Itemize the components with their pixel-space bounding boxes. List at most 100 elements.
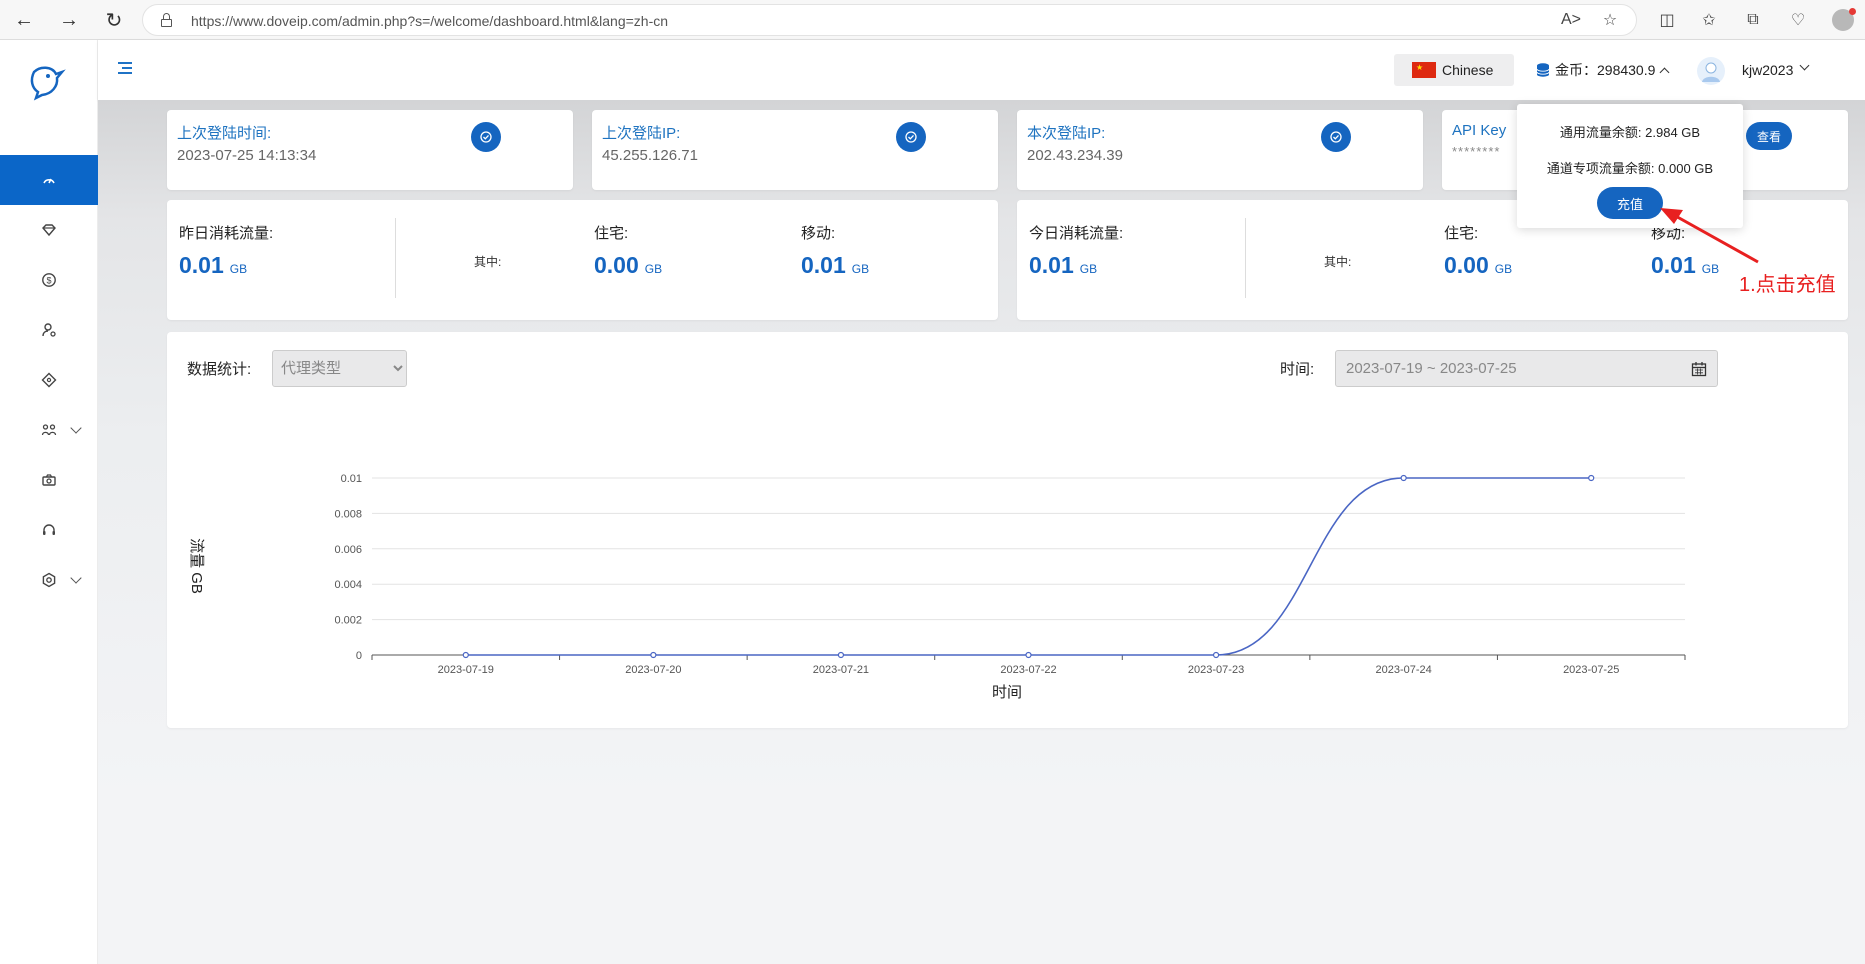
- camera-icon: [42, 474, 56, 486]
- x-axis-label: 时间: [992, 684, 1022, 701]
- card-title: 本次登陆IP:: [1027, 125, 1106, 142]
- sidebar-item-dashboard[interactable]: [0, 155, 98, 205]
- notification-dot: [1849, 8, 1856, 15]
- address-bar[interactable]: https://www.doveip.com/admin.php?s=/welc…: [142, 4, 1637, 36]
- collections-icon[interactable]: ⧉: [1741, 8, 1765, 32]
- back-icon[interactable]: ←: [10, 6, 38, 34]
- language-button[interactable]: ★ Chinese: [1394, 54, 1514, 86]
- api-key-masked: ********: [1452, 144, 1501, 159]
- user-settings-icon: [42, 323, 56, 337]
- lock-icon: [161, 13, 172, 27]
- sidebar-item-account[interactable]: [0, 305, 98, 355]
- yesterday-total: 0.01 GB: [179, 252, 248, 278]
- data-point: [1588, 474, 1595, 482]
- sidebar-item-tags[interactable]: [0, 355, 98, 405]
- diamond-icon: [42, 224, 56, 237]
- view-api-key-button[interactable]: 查看: [1746, 122, 1792, 150]
- among-label: 其中:: [474, 255, 502, 269]
- today-residential: 0.00 GB: [1444, 252, 1513, 278]
- menu-toggle-icon[interactable]: [118, 62, 132, 76]
- card-value: 2023-07-25 14:13:34: [177, 147, 317, 164]
- coins-label: 金币：: [1555, 62, 1597, 78]
- y-tick-label: 0.004: [334, 579, 362, 591]
- dashboard-icon: [43, 178, 55, 184]
- coins-value: 298430.9: [1597, 62, 1656, 78]
- y-tick-label: 0.01: [341, 473, 362, 485]
- annotation-text: 1.点击充值: [1739, 274, 1836, 296]
- mobile-label: 移动:: [801, 225, 836, 242]
- balance-popup: 通用流量余额: 2.984 GB 通道专项流量余额: 0.000 GB 充值: [1517, 104, 1743, 228]
- coins-dropdown[interactable]: 金币： 298430.9: [1535, 54, 1670, 86]
- svg-text:$: $: [46, 276, 51, 286]
- y-tick-label: 0: [356, 650, 362, 662]
- data-point: [650, 651, 657, 659]
- sidebar-item-settings[interactable]: [0, 555, 98, 605]
- general-balance: 通用流量余额: 2.984 GB: [1559, 125, 1701, 140]
- x-tick-label: 2023-07-21: [813, 664, 869, 676]
- card-title: 上次登陆IP:: [602, 125, 681, 142]
- yesterday-mobile: 0.01 GB: [801, 252, 870, 278]
- split-screen-icon[interactable]: ◫: [1655, 8, 1679, 32]
- x-tick-label: 2023-07-23: [1188, 664, 1244, 676]
- reload-icon[interactable]: ↻: [100, 6, 128, 34]
- data-point: [462, 651, 469, 659]
- sidebar-item-proxy[interactable]: [0, 205, 98, 255]
- card-value: 202.43.234.39: [1027, 147, 1123, 164]
- user-avatar-icon[interactable]: [1697, 57, 1725, 85]
- y-tick-label: 0.006: [334, 544, 362, 556]
- x-tick-label: 2023-07-24: [1376, 664, 1432, 676]
- browser-toolbar: ← → ↻ https://www.doveip.com/admin.php?s…: [0, 0, 1865, 40]
- series-line: [465, 477, 1592, 656]
- sidebar-item-billing[interactable]: $: [0, 255, 98, 305]
- top-bar: ★ Chinese 金币： 298430.9 kjw2023: [98, 40, 1865, 100]
- chevron-down-icon: [70, 572, 82, 584]
- stats-card: 数据统计: 代理类型 时间: 2023-07-19 ~ 2023-07-25 0…: [167, 332, 1848, 728]
- username[interactable]: kjw2023: [1742, 62, 1793, 78]
- chevron-down-icon: [70, 422, 82, 434]
- among-label: 其中:: [1324, 255, 1352, 269]
- url-text: https://www.doveip.com/admin.php?s=/welc…: [191, 13, 669, 29]
- sidebar-item-camera[interactable]: [0, 455, 98, 505]
- today-total: 0.01 GB: [1029, 252, 1098, 278]
- data-point: [1212, 651, 1220, 659]
- chevron-down-icon[interactable]: [1799, 60, 1810, 71]
- info-card-current-login-ip: 本次登陆IP: 202.43.234.39: [1017, 110, 1423, 190]
- card-value: 45.255.126.71: [602, 147, 698, 164]
- data-point: [1400, 474, 1407, 482]
- dove-logo-icon: [30, 66, 66, 101]
- sidebar: $: [0, 40, 98, 964]
- sidebar-item-team[interactable]: [0, 405, 98, 455]
- gear-icon: [42, 572, 56, 588]
- divider: [1245, 218, 1246, 298]
- check-badge-icon: [896, 122, 926, 152]
- tag-icon: [41, 372, 57, 388]
- y-tick-label: 0.008: [334, 508, 362, 520]
- forward-icon[interactable]: →: [55, 6, 83, 34]
- channel-balance: 通道专项流量余额: 0.000 GB: [1546, 161, 1714, 176]
- check-badge-icon: [1321, 122, 1351, 152]
- data-point: [837, 651, 845, 659]
- x-tick-label: 2023-07-22: [1000, 664, 1056, 676]
- chevron-up-icon: [1659, 67, 1670, 77]
- health-icon[interactable]: ♡: [1786, 8, 1810, 32]
- yesterday-traffic-card: 昨日消耗流量: 0.01 GB 其中: 住宅: 0.00 GB 移动: 0.01 GB: [167, 200, 998, 320]
- coin-stack-icon: [1536, 63, 1550, 77]
- traffic-line-chart: 0 0.002 0.004 0.006 0.008 0.01 2023-07-19 2023…: [188, 473, 1686, 701]
- residential-label: 住宅:: [1444, 225, 1479, 242]
- headset-icon: [43, 524, 55, 535]
- language-label: Chinese: [1442, 62, 1494, 78]
- dollar-icon: $: [42, 273, 56, 287]
- card-title: 上次登陆时间:: [177, 125, 272, 142]
- favorite-star-icon[interactable]: ☆: [1598, 8, 1622, 32]
- card-title: API Key: [1452, 122, 1507, 139]
- sidebar-item-support[interactable]: [0, 505, 98, 555]
- yesterday-residential: 0.00 GB: [594, 252, 663, 278]
- read-aloud-icon[interactable]: A˃: [1559, 8, 1583, 32]
- data-point: [1025, 651, 1032, 659]
- x-tick-label: 2023-07-25: [1563, 664, 1619, 676]
- recharge-button[interactable]: 充值: [1597, 187, 1663, 219]
- favorites-icon[interactable]: ✩: [1697, 8, 1721, 32]
- today-mobile: 0.01 GB: [1651, 252, 1720, 278]
- yesterday-traffic-title: 昨日消耗流量:: [179, 225, 274, 242]
- today-traffic-title: 今日消耗流量:: [1029, 225, 1124, 242]
